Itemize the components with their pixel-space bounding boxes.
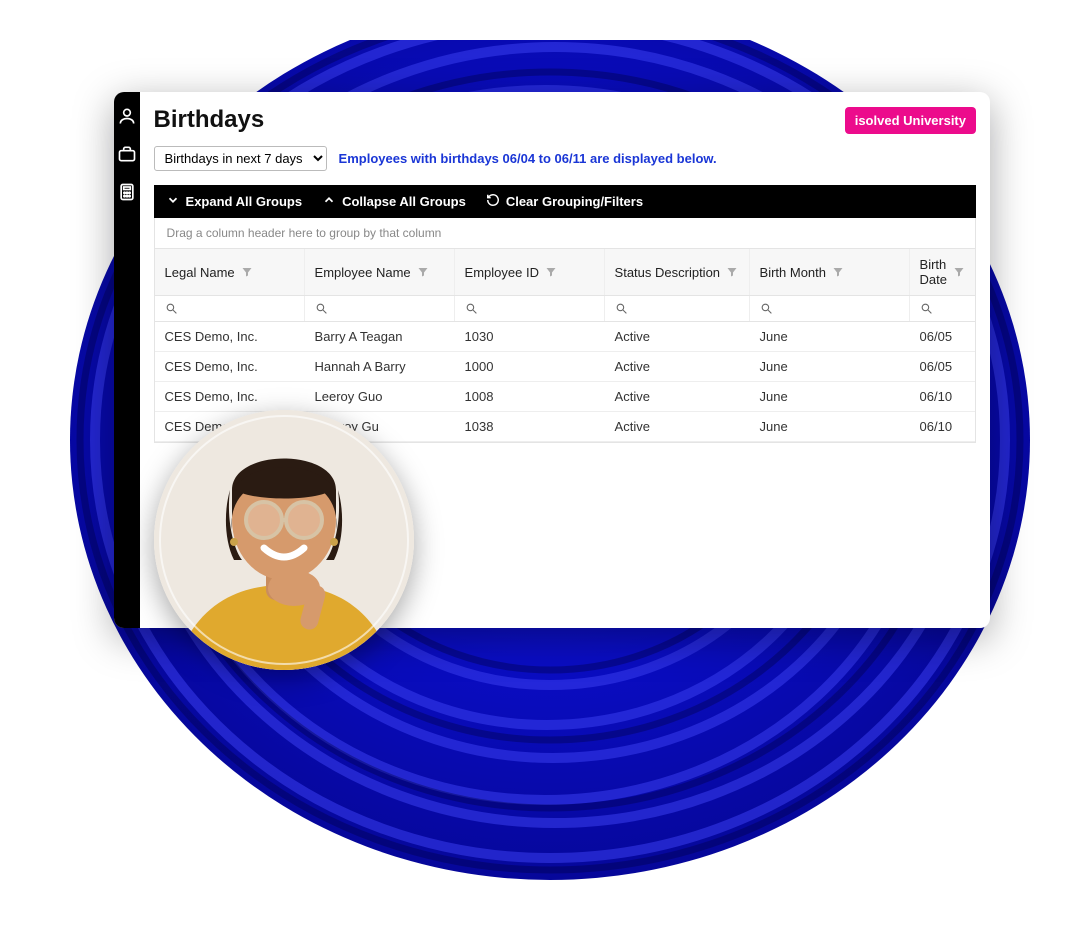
search-icon	[920, 302, 933, 315]
filter-icon	[832, 266, 844, 278]
undo-icon	[486, 193, 500, 210]
grid-cell: Active	[605, 352, 750, 381]
sidebar	[114, 92, 140, 628]
chevron-down-icon	[166, 193, 180, 210]
isolved-university-button[interactable]: isolved University	[845, 107, 976, 134]
filter-employee-name[interactable]	[305, 296, 455, 321]
column-label: Employee Name	[315, 265, 411, 280]
grid-filter-row	[155, 296, 975, 322]
grid-cell: 1030	[455, 322, 605, 351]
column-label: Status Description	[615, 265, 721, 280]
collapse-all-button[interactable]: Collapse All Groups	[322, 193, 466, 210]
grid-cell: Leeroy Guo	[305, 382, 455, 411]
grid-header-row: Legal Name Employee Name Employee ID Sta…	[155, 249, 975, 296]
grid-cell: June	[750, 412, 910, 441]
date-range-select[interactable]: Birthdays in next 7 days	[154, 146, 327, 171]
toolbar: Expand All Groups Collapse All Groups Cl…	[154, 185, 976, 218]
expand-all-label: Expand All Groups	[186, 194, 303, 209]
column-header-status[interactable]: Status Description	[605, 249, 750, 295]
filter-icon	[241, 266, 253, 278]
grid-cell: 06/05	[910, 322, 975, 351]
grid-cell: CES Demo, Inc.	[155, 352, 305, 381]
clear-grouping-button[interactable]: Clear Grouping/Filters	[486, 193, 643, 210]
column-header-employee-name[interactable]: Employee Name	[305, 249, 455, 295]
filter-birth-month[interactable]	[750, 296, 910, 321]
column-label: Employee ID	[465, 265, 539, 280]
search-icon	[615, 302, 628, 315]
header: Birthdays isolved University	[154, 106, 976, 134]
grid-cell: CES Demo, Inc.	[155, 382, 305, 411]
filter-birth-date[interactable]	[910, 296, 975, 321]
person-icon[interactable]	[117, 106, 137, 126]
column-header-birth-date[interactable]: Birth Date	[910, 249, 975, 295]
table-row[interactable]: CES Demo, Inc.Barry A Teagan1030ActiveJu…	[155, 322, 975, 352]
collapse-all-label: Collapse All Groups	[342, 194, 466, 209]
grid-cell: 1038	[455, 412, 605, 441]
filter-employee-id[interactable]	[455, 296, 605, 321]
column-label: Birth Date	[920, 257, 947, 287]
column-label: Birth Month	[760, 265, 826, 280]
grid-cell: Active	[605, 412, 750, 441]
info-text: Employees with birthdays 06/04 to 06/11 …	[339, 151, 717, 166]
grid-cell: 1000	[455, 352, 605, 381]
table-row[interactable]: CES Demo, Inc.Hannah A Barry1000ActiveJu…	[155, 352, 975, 382]
filter-icon	[953, 266, 965, 278]
grid-cell: CES Demo, Inc.	[155, 322, 305, 351]
group-hint[interactable]: Drag a column header here to group by th…	[154, 218, 976, 249]
calculator-icon[interactable]	[117, 182, 137, 202]
briefcase-icon[interactable]	[117, 144, 137, 164]
filter-status[interactable]	[605, 296, 750, 321]
column-header-employee-id[interactable]: Employee ID	[455, 249, 605, 295]
filter-icon	[417, 266, 429, 278]
search-icon	[315, 302, 328, 315]
expand-all-button[interactable]: Expand All Groups	[166, 193, 303, 210]
search-icon	[760, 302, 773, 315]
chevron-up-icon	[322, 193, 336, 210]
grid-cell: Hannah A Barry	[305, 352, 455, 381]
grid-cell: Active	[605, 382, 750, 411]
column-header-legal-name[interactable]: Legal Name	[155, 249, 305, 295]
filter-legal-name[interactable]	[155, 296, 305, 321]
search-icon	[465, 302, 478, 315]
grid-cell: Active	[605, 322, 750, 351]
grid-cell: Barry A Teagan	[305, 322, 455, 351]
search-icon	[165, 302, 178, 315]
grid-cell: June	[750, 382, 910, 411]
filter-icon	[726, 266, 738, 278]
clear-grouping-label: Clear Grouping/Filters	[506, 194, 643, 209]
grid-cell: 1008	[455, 382, 605, 411]
controls: Birthdays in next 7 days Employees with …	[154, 146, 976, 171]
filter-icon	[545, 266, 557, 278]
grid-cell: June	[750, 352, 910, 381]
grid-cell: June	[750, 322, 910, 351]
page-title: Birthdays	[154, 106, 265, 134]
grid-cell: 06/05	[910, 352, 975, 381]
grid-cell: 06/10	[910, 382, 975, 411]
avatar	[154, 410, 414, 670]
grid-cell: 06/10	[910, 412, 975, 441]
table-row[interactable]: CES Demo, Inc.Leeroy Guo1008ActiveJune06…	[155, 382, 975, 412]
column-header-birth-month[interactable]: Birth Month	[750, 249, 910, 295]
column-label: Legal Name	[165, 265, 235, 280]
